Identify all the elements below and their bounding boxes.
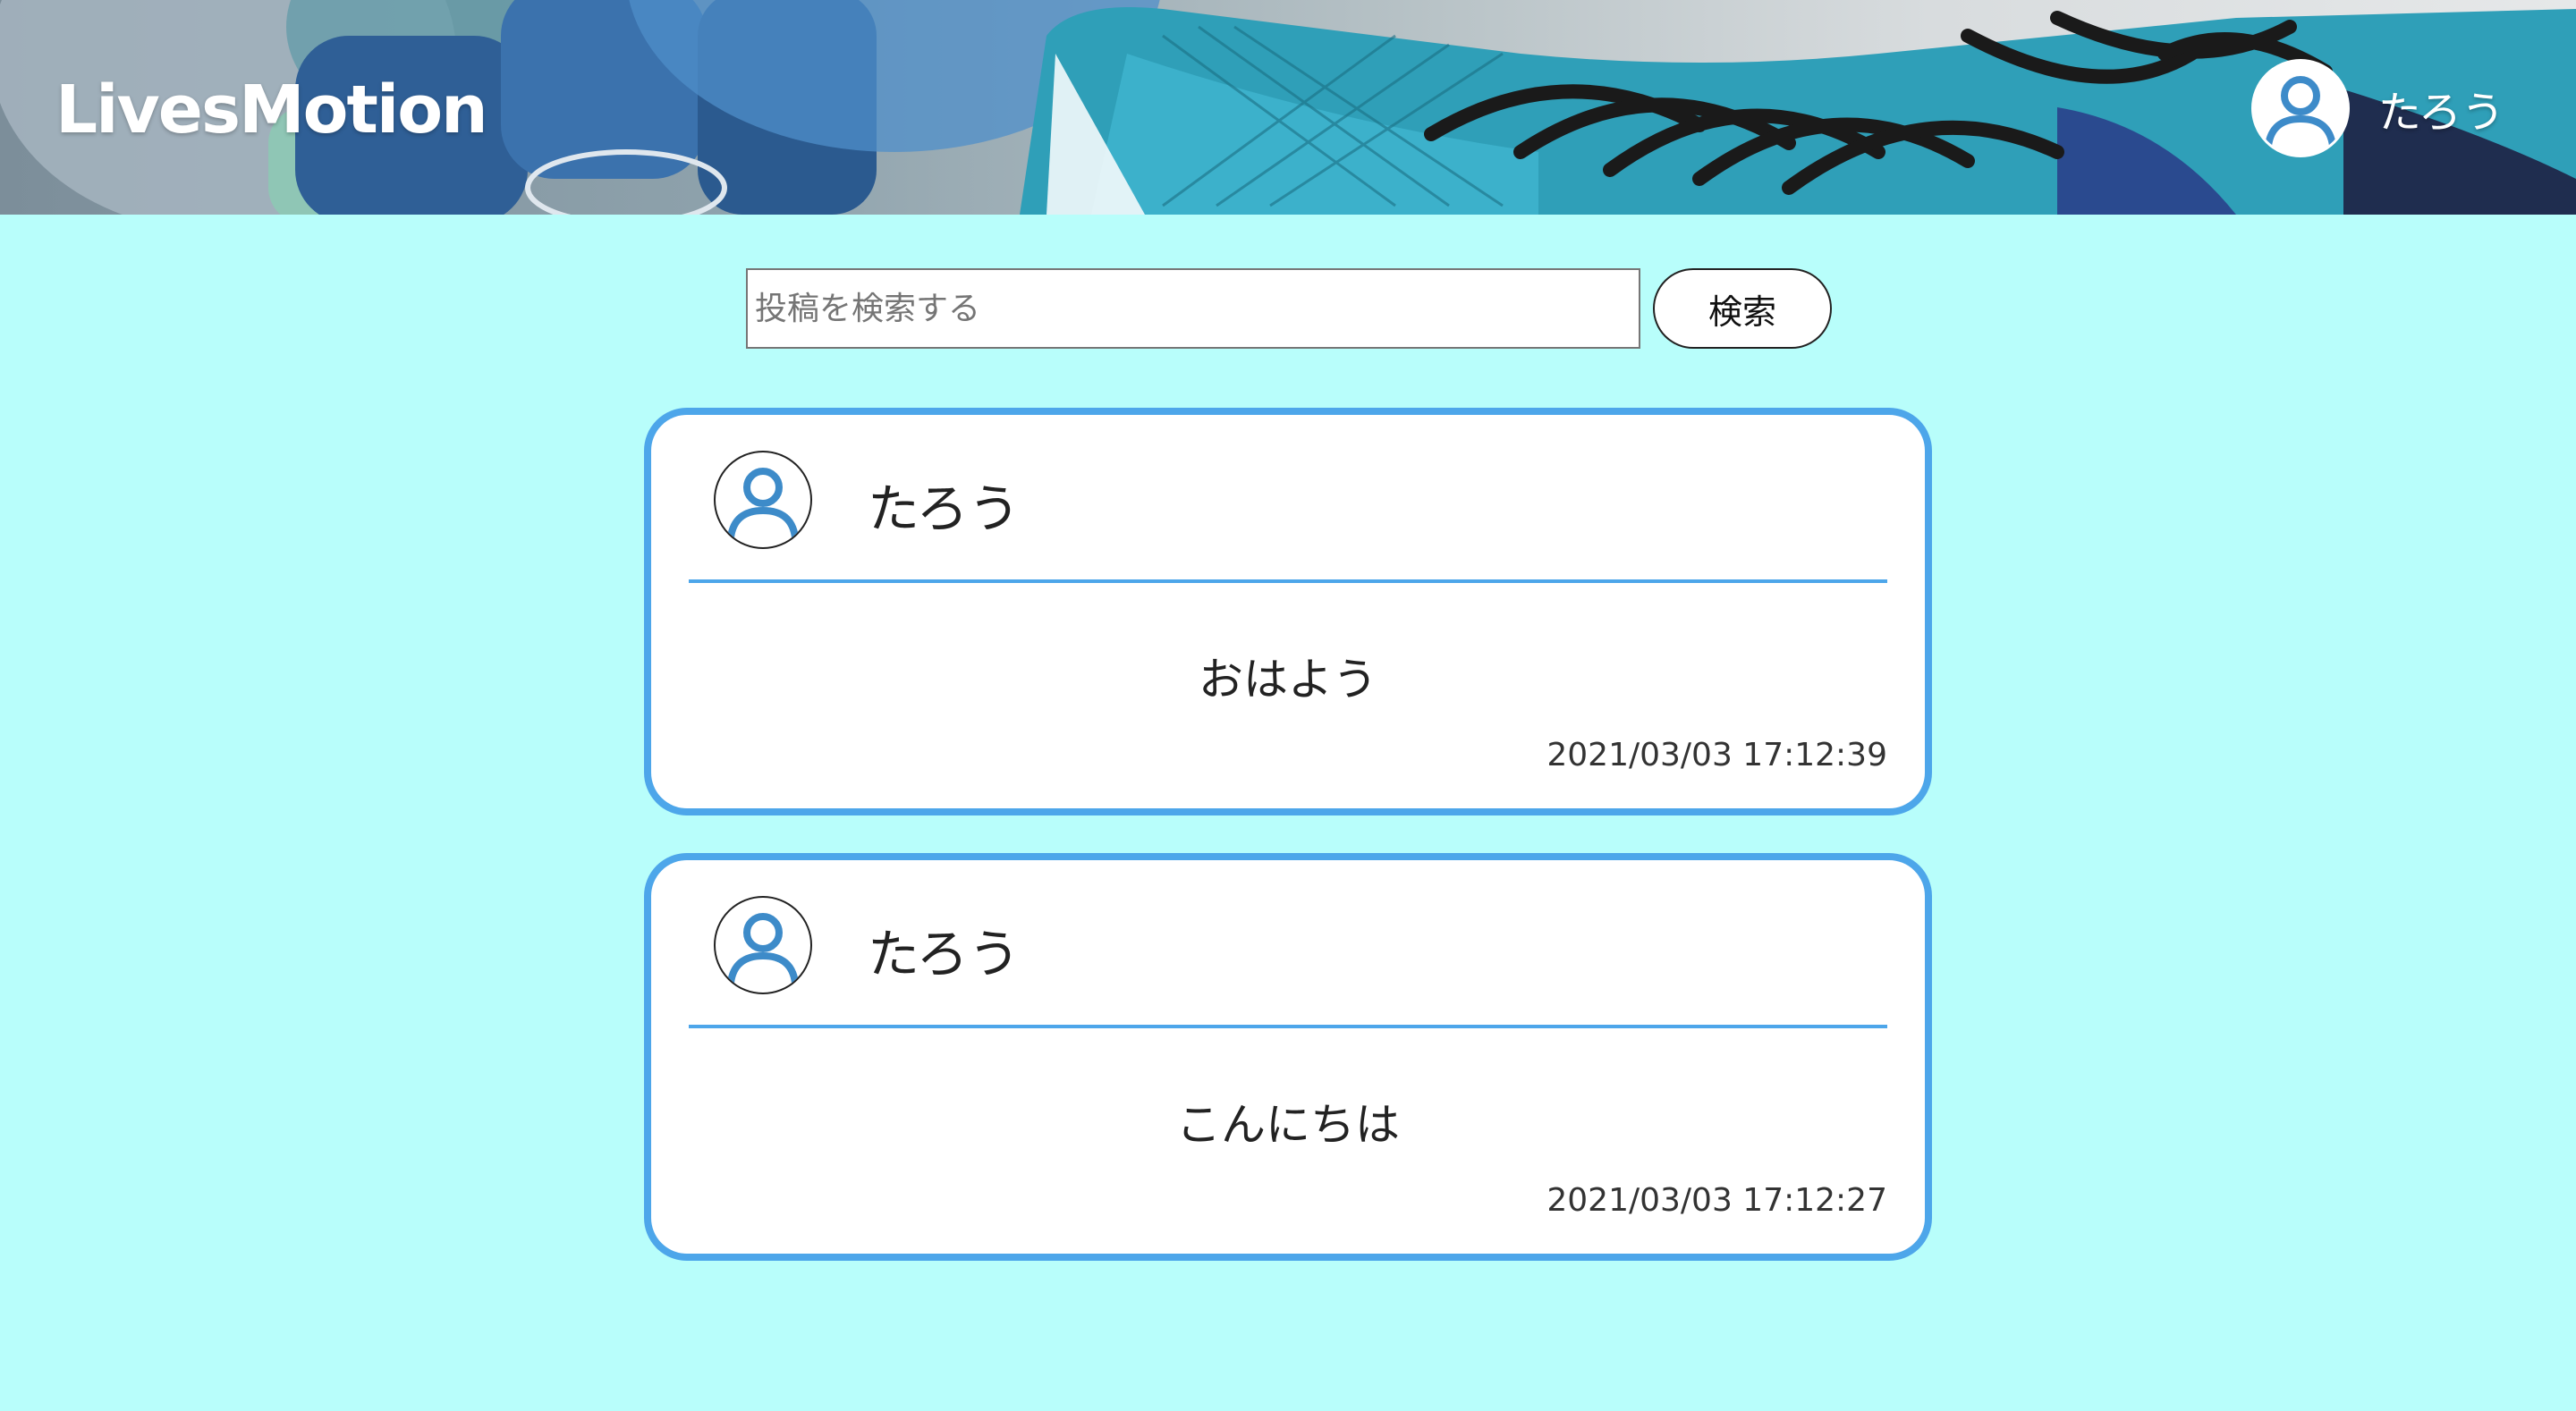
user-avatar-icon (2264, 76, 2336, 147)
user-avatar-icon (727, 913, 799, 984)
search-form: 検索 (746, 268, 1832, 349)
post-card[interactable]: たろう こんにちは 2021/03/03 17:12:27 (644, 853, 1932, 1261)
post-card[interactable]: たろう おはよう 2021/03/03 17:12:39 (644, 408, 1932, 815)
post-timestamp: 2021/03/03 17:12:39 (1546, 737, 1887, 773)
post-header: たろう (689, 442, 1887, 583)
post-content: おはよう (1199, 654, 1377, 706)
post-author-avatar[interactable] (714, 896, 812, 994)
header-username[interactable]: たろう (2378, 77, 2504, 139)
header-avatar[interactable] (2250, 59, 2350, 157)
post-content: こんにちは (1176, 1099, 1400, 1151)
post-author-name[interactable]: たろう (868, 467, 1021, 542)
site-logo[interactable]: LivesMotion (55, 72, 488, 148)
post-header: たろう (689, 887, 1887, 1028)
post-author-avatar[interactable] (714, 451, 812, 549)
post-timestamp: 2021/03/03 17:12:27 (1546, 1182, 1887, 1219)
site-header: LivesMotion たろう (0, 0, 2576, 215)
post-author-name[interactable]: たろう (868, 912, 1021, 987)
post-list: たろう おはよう 2021/03/03 17:12:39 たろう こんにちは 2… (644, 408, 1932, 1298)
user-avatar-icon (727, 468, 799, 538)
search-input[interactable] (746, 268, 1640, 349)
search-button[interactable]: 検索 (1653, 268, 1832, 349)
header-user-menu[interactable]: たろう (2250, 59, 2504, 157)
